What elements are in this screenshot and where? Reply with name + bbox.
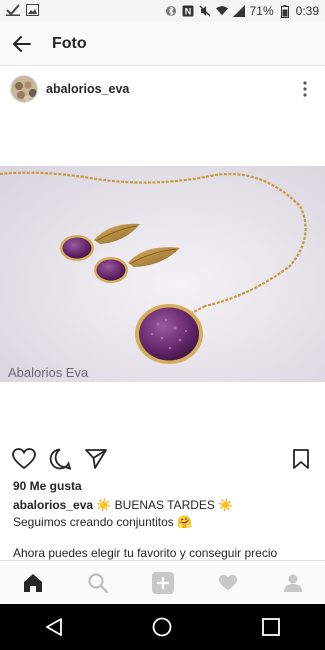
page-title: Foto <box>52 34 87 52</box>
post-caption: abalorios_eva ☀️ BUENAS TARDES ☀️ Seguim… <box>13 497 313 531</box>
tab-profile[interactable] <box>271 561 315 605</box>
wifi-icon <box>215 5 228 17</box>
status-bar: N 71% 0:39 <box>0 0 325 22</box>
battery-percent: 71% <box>249 4 274 18</box>
home-nav-icon <box>153 617 172 637</box>
bluetooth-icon <box>165 5 177 17</box>
search-icon <box>87 572 108 593</box>
caption-line-1: abalorios_eva ☀️ BUENAS TARDES ☀️ <box>13 497 313 514</box>
caption-line-3: Ahora puedes elegir tu favorito y conseg… <box>13 546 278 560</box>
heart-icon <box>12 448 36 470</box>
post-header: abalorios_eva <box>0 70 325 108</box>
image-watermark: Abalorios Eva <box>8 365 89 380</box>
image-icon <box>26 3 39 19</box>
send-icon <box>85 449 107 469</box>
nav-home-button[interactable] <box>138 604 186 650</box>
tab-activity[interactable] <box>206 561 250 605</box>
nav-back-button[interactable] <box>30 604 78 650</box>
post-username[interactable]: abalorios_eva <box>46 82 129 96</box>
comment-icon <box>49 448 71 470</box>
bottom-tab-bar <box>0 560 325 604</box>
mute-icon <box>199 5 211 17</box>
profile-icon <box>283 574 302 592</box>
like-button[interactable] <box>10 445 38 473</box>
more-options-button[interactable] <box>295 74 315 104</box>
more-vertical-icon <box>303 81 307 97</box>
post-actions <box>0 445 325 473</box>
caption-line-2: Seguimos creando conjuntitos 🤗 <box>13 515 193 529</box>
status-right: N 71% 0:39 <box>165 4 319 18</box>
tab-home[interactable] <box>11 561 55 605</box>
avatar[interactable] <box>10 75 38 103</box>
bookmark-icon <box>293 449 309 469</box>
recents-nav-icon <box>261 618 280 636</box>
add-post-icon <box>151 571 174 594</box>
caption-text-1: ☀️ BUENAS TARDES ☀️ <box>93 498 234 512</box>
post-image[interactable]: Abalorios Eva <box>0 166 325 382</box>
comment-button[interactable] <box>46 445 74 473</box>
activity-icon <box>218 574 237 590</box>
back-nav-icon <box>46 618 63 636</box>
nav-recents-button[interactable] <box>247 604 295 650</box>
nfc-icon: N <box>182 5 194 17</box>
tab-search[interactable] <box>76 561 120 605</box>
android-nav-bar <box>0 604 325 650</box>
check-icon <box>6 3 20 19</box>
likes-count[interactable]: 90 Me gusta <box>13 479 82 493</box>
save-button[interactable] <box>287 445 315 473</box>
status-left <box>6 3 39 19</box>
signal-icon <box>232 5 245 17</box>
clock: 0:39 <box>295 4 319 18</box>
svg-text:N: N <box>184 7 191 17</box>
app-bar: Foto <box>0 22 325 66</box>
tab-add-post[interactable] <box>141 561 185 605</box>
battery-icon <box>279 4 291 18</box>
back-button[interactable] <box>0 22 44 66</box>
home-icon <box>23 573 42 592</box>
share-button[interactable] <box>82 445 110 473</box>
caption-username[interactable]: abalorios_eva <box>13 498 93 512</box>
arrow-left-icon <box>13 35 31 52</box>
